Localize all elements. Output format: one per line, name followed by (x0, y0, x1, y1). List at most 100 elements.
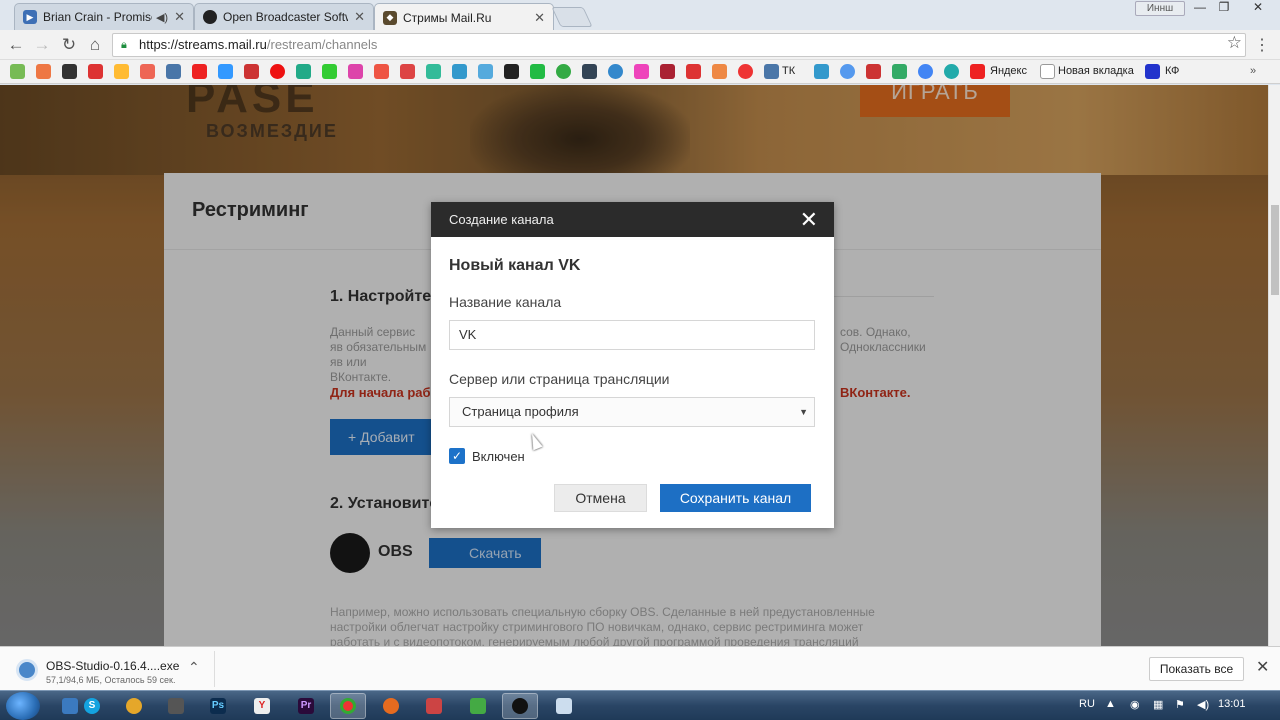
premiere-icon: Pr (298, 698, 314, 714)
close-icon[interactable]: ✕ (1256, 657, 1269, 677)
bookmark-icon[interactable] (712, 64, 727, 79)
download-progress-icon[interactable] (16, 659, 38, 681)
bookmark-label[interactable]: Яндекс (990, 64, 1027, 79)
tab-streams[interactable]: ◆ Стримы Mail.Ru ✕ (374, 3, 554, 31)
cancel-button[interactable]: Отмена (554, 484, 647, 512)
taskbar-photoshop[interactable]: Ps (200, 693, 236, 719)
bookmark-icon[interactable] (814, 64, 829, 79)
bookmark-icon[interactable] (374, 64, 389, 79)
save-channel-button[interactable]: Сохранить канал (660, 484, 811, 512)
bookmark-label[interactable]: Новая вкладка (1058, 64, 1134, 79)
page-icon[interactable] (1040, 64, 1055, 79)
new-tab-button[interactable] (551, 7, 593, 27)
bookmark-icon[interactable] (400, 64, 415, 79)
show-all-button[interactable]: Показать все (1149, 657, 1244, 681)
bookmark-icon[interactable] (840, 64, 855, 79)
firefox-icon (383, 698, 399, 714)
yandex-icon[interactable] (970, 64, 985, 79)
bookmark-icon[interactable] (530, 64, 545, 79)
url-host: https://streams.mail.ru (139, 37, 267, 52)
taskbar-notepad[interactable] (546, 693, 582, 719)
bookmark-icon[interactable] (660, 64, 675, 79)
scrollbar[interactable] (1268, 85, 1280, 646)
close-tab-icon[interactable]: ✕ (174, 9, 185, 25)
scrollbar-thumb[interactable] (1271, 205, 1279, 295)
tray-arrow-icon[interactable]: ▲ (1105, 698, 1116, 710)
bookmark-icon[interactable] (348, 64, 363, 79)
bookmark-label[interactable]: КФ (1165, 64, 1179, 79)
bookmark-icon[interactable] (504, 64, 519, 79)
menu-icon[interactable]: ⋮ (1254, 35, 1270, 55)
bookmark-icon[interactable] (322, 64, 337, 79)
taskbar-firefox[interactable] (373, 693, 409, 719)
profile-button[interactable]: Иннш (1135, 1, 1185, 16)
bookmark-icon[interactable] (218, 64, 233, 79)
address-bar[interactable]: 🔒︎ https://streams.mail.ru/restream/chan… (112, 33, 1246, 57)
bookmark-icon[interactable] (866, 64, 881, 79)
taskbar-premiere[interactable]: Pr (288, 693, 324, 719)
tab-music[interactable]: ▶ Brian Crain - Promise ◀) ✕ (14, 3, 194, 30)
bookmark-icon[interactable] (738, 64, 753, 79)
bookmark-icon[interactable] (296, 64, 311, 79)
bookmark-icon[interactable] (36, 64, 51, 79)
taskbar-app[interactable] (416, 693, 452, 719)
network-icon[interactable]: ▦ (1153, 698, 1163, 711)
bookmark-icon[interactable] (944, 64, 959, 79)
bookmark-icon[interactable] (556, 64, 571, 79)
bookmark-icon[interactable] (426, 64, 441, 79)
chevron-up-icon[interactable]: ⌃ (188, 659, 200, 676)
bookmark-icon[interactable] (686, 64, 701, 79)
maximize-button[interactable]: ❐ (1211, 0, 1237, 16)
bookmark-icon[interactable] (452, 64, 467, 79)
more-bookmarks-icon[interactable]: » (1250, 64, 1256, 79)
google-icon[interactable] (918, 64, 933, 79)
bookmark-icon[interactable] (892, 64, 907, 79)
minimize-button[interactable]: — (1187, 0, 1213, 16)
back-icon[interactable]: ← (5, 34, 27, 56)
close-icon[interactable]: ✕ (800, 202, 818, 237)
taskbar-chrome[interactable] (330, 693, 366, 719)
close-tab-icon[interactable]: ✕ (534, 10, 545, 26)
bookmark-icon[interactable] (582, 64, 597, 79)
language-indicator[interactable]: RU (1079, 698, 1095, 710)
f-icon[interactable] (1145, 64, 1160, 79)
enabled-checkbox[interactable]: ✓ (449, 448, 465, 464)
close-tab-icon[interactable]: ✕ (354, 9, 365, 25)
bookmark-label[interactable]: ТК (782, 64, 795, 79)
forward-icon[interactable]: → (31, 34, 53, 56)
channel-name-input[interactable]: VK (449, 320, 815, 350)
speaker-icon[interactable]: ◀) (156, 11, 168, 24)
taskbar-app[interactable] (460, 693, 496, 719)
bookmark-icon[interactable] (140, 64, 155, 79)
bookmark-icon[interactable] (10, 64, 25, 79)
reload-icon[interactable]: ↻ (58, 34, 80, 56)
tab-obs[interactable]: Open Broadcaster Softw ✕ (194, 3, 374, 30)
taskbar-skype[interactable]: S (74, 693, 110, 719)
start-button[interactable] (6, 692, 40, 720)
taskbar-app[interactable] (158, 693, 194, 719)
taskbar-app[interactable] (116, 693, 152, 719)
bookmark-icon[interactable] (62, 64, 77, 79)
home-icon[interactable]: ⌂ (84, 34, 106, 56)
bookmark-icon[interactable] (634, 64, 649, 79)
flag-icon[interactable]: ⚑ (1175, 698, 1185, 711)
taskbar-yandex[interactable]: Y (244, 693, 280, 719)
bookmark-star-icon[interactable]: ☆ (1227, 33, 1242, 53)
bookmark-icon[interactable] (478, 64, 493, 79)
bookmark-icon[interactable] (166, 64, 181, 79)
download-file-name[interactable]: OBS-Studio-0.16.4....exe (46, 659, 179, 673)
vk-icon[interactable] (764, 64, 779, 79)
enabled-label[interactable]: Включен (472, 449, 525, 464)
bookmark-icon[interactable] (114, 64, 129, 79)
volume-icon[interactable]: ◀) (1197, 698, 1209, 711)
bookmark-icon[interactable] (244, 64, 259, 79)
close-window-button[interactable]: ✕ (1238, 0, 1278, 16)
tray-app-icon[interactable]: ◉ (1130, 698, 1140, 711)
clock[interactable]: 13:01 (1218, 698, 1246, 710)
bookmark-icon[interactable] (192, 64, 207, 79)
bookmark-icon[interactable] (608, 64, 623, 79)
server-select[interactable]: Страница профиля ▼ (449, 397, 815, 427)
bookmark-icon[interactable] (88, 64, 103, 79)
bookmark-icon[interactable] (270, 64, 285, 79)
taskbar-obs[interactable] (502, 693, 538, 719)
